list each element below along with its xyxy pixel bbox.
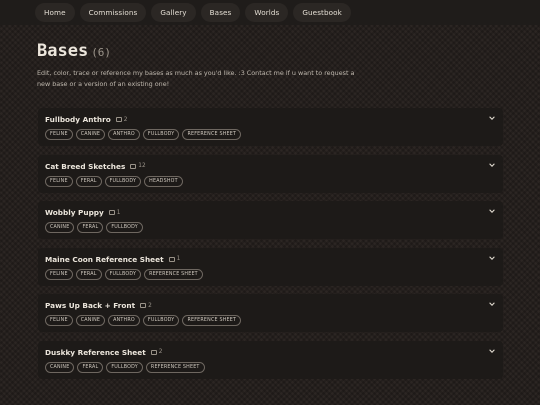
card-count: 1 bbox=[176, 256, 181, 262]
tag[interactable]: FELINE bbox=[45, 175, 73, 187]
tag[interactable]: CANINE bbox=[45, 222, 75, 233]
tag[interactable]: FULLBODY bbox=[106, 361, 143, 373]
tag-list: FELINE CANINE ANTHRO FULLBODY REFERENCE SHEE… bbox=[45, 129, 496, 140]
card-title-row: Paws Up Back + Front 2 bbox=[45, 301, 496, 310]
tag[interactable]: CANINE bbox=[75, 315, 106, 326]
card-title: Paws Up Back + Front bbox=[45, 301, 136, 310]
tag[interactable]: FULLBODY bbox=[106, 222, 143, 233]
tag[interactable]: FERAL bbox=[75, 268, 102, 280]
page-description: Edit, color, trace or reference my bases… bbox=[37, 69, 355, 88]
card-title-row: Fullbody Anthro 2 bbox=[45, 115, 496, 124]
tag-list: FELINE FERAL FULLBODY REFERENCE SHEET bbox=[45, 268, 496, 280]
tag[interactable]: FELINE bbox=[45, 268, 73, 280]
card-title: Duskky Reference Sheet bbox=[45, 347, 146, 357]
card-title-row: Maine Coon Reference Sheet 1 bbox=[45, 255, 496, 264]
card-count: 2 bbox=[158, 349, 163, 355]
tag[interactable]: ANTHRO bbox=[108, 129, 140, 140]
card-title: Fullbody Anthro bbox=[45, 115, 111, 124]
image-icon bbox=[168, 256, 175, 262]
tag[interactable]: CANINE bbox=[75, 129, 106, 140]
nav-bases[interactable]: Bases bbox=[200, 3, 241, 22]
tag-list: FELINE CANINE ANTHRO FULLBODY REFERENCE SHEE… bbox=[45, 315, 496, 326]
tag-list: CANINE FERAL FULLBODY bbox=[45, 222, 496, 233]
tag[interactable]: FERAL bbox=[77, 222, 104, 233]
page-title: Bases (6) bbox=[37, 41, 111, 61]
nav-gallery[interactable]: Gallery bbox=[151, 3, 196, 22]
base-card[interactable]: Duskky Reference Sheet 2 CANINE FERAL FULL… bbox=[38, 340, 503, 379]
nav-guestbook[interactable]: Guestbook bbox=[293, 3, 351, 22]
card-title: Cat Breed Sketches bbox=[45, 161, 126, 171]
chevron-down-icon[interactable] bbox=[489, 162, 495, 168]
tag[interactable]: FULLBODY bbox=[104, 268, 142, 280]
card-title: Wobbly Puppy bbox=[45, 208, 104, 217]
tag[interactable]: HEADSHOT bbox=[144, 175, 183, 187]
image-icon bbox=[140, 303, 147, 308]
nav-worlds[interactable]: Worlds bbox=[245, 3, 289, 22]
base-card[interactable]: Wobbly Puppy 1 CANINE FERAL FULLBODY bbox=[38, 201, 503, 239]
base-card[interactable]: Cat Breed Sketches 12 FELINE FERAL FULLBOD… bbox=[38, 154, 503, 193]
chevron-down-icon[interactable] bbox=[489, 301, 495, 307]
tag[interactable]: REFERENCE SHEET bbox=[182, 315, 242, 326]
tag[interactable]: FELINE bbox=[45, 315, 73, 326]
tag-list: FELINE FERAL FULLBODY HEADSHOT bbox=[45, 175, 496, 187]
nav-commissions[interactable]: Commissions bbox=[79, 3, 147, 22]
card-title: Maine Coon Reference Sheet bbox=[45, 254, 164, 264]
card-count: 2 bbox=[123, 116, 128, 123]
image-icon bbox=[150, 349, 157, 355]
card-count: 2 bbox=[148, 302, 152, 309]
card-count: 1 bbox=[116, 209, 121, 216]
tag[interactable]: ANTHRO bbox=[108, 315, 140, 326]
card-title-row: Wobbly Puppy 1 bbox=[45, 208, 496, 217]
chevron-down-icon[interactable] bbox=[489, 348, 495, 354]
base-card[interactable]: Paws Up Back + Front 2 FELINE CANINE ANTHR… bbox=[38, 294, 503, 332]
card-title-row: Cat Breed Sketches 12 bbox=[45, 162, 496, 171]
tag[interactable]: REFERENCE SHEET bbox=[145, 361, 205, 373]
card-count: 12 bbox=[138, 163, 146, 169]
tag[interactable]: FERAL bbox=[77, 361, 104, 373]
page-count: (6) bbox=[91, 46, 112, 59]
tag[interactable]: CANINE bbox=[45, 361, 75, 373]
tag[interactable]: FELINE bbox=[45, 129, 73, 140]
card-title-row: Duskky Reference Sheet 2 bbox=[45, 348, 496, 357]
image-icon bbox=[108, 210, 115, 215]
base-card[interactable]: Fullbody Anthro 2 FELINE CANINE ANTHRO FULL… bbox=[38, 108, 503, 146]
chevron-down-icon[interactable] bbox=[489, 208, 495, 214]
tag[interactable]: REFERENCE SHEET bbox=[182, 129, 242, 140]
tag-list: CANINE FERAL FULLBODY REFERENCE SHEET bbox=[45, 361, 496, 373]
tag[interactable]: FULLBODY bbox=[142, 129, 180, 140]
tag[interactable]: REFERENCE SHEET bbox=[144, 268, 203, 280]
top-navigation: Home Commissions Gallery Bases Worlds Gu… bbox=[0, 0, 540, 25]
tag[interactable]: FULLBODY bbox=[104, 175, 142, 187]
chevron-down-icon[interactable] bbox=[489, 255, 495, 261]
nav-home[interactable]: Home bbox=[35, 3, 75, 22]
page-title-text: Bases bbox=[37, 41, 89, 61]
base-card[interactable]: Maine Coon Reference Sheet 1 FELINE FERAL… bbox=[38, 247, 503, 286]
chevron-down-icon[interactable] bbox=[489, 115, 495, 121]
bases-list: Fullbody Anthro 2 FELINE CANINE ANTHRO FULL… bbox=[38, 108, 503, 387]
tag[interactable]: FULLBODY bbox=[142, 315, 180, 326]
image-icon bbox=[115, 117, 122, 122]
image-icon bbox=[130, 163, 137, 169]
tag[interactable]: FERAL bbox=[75, 175, 102, 187]
page-header: Bases (6) bbox=[37, 41, 111, 61]
